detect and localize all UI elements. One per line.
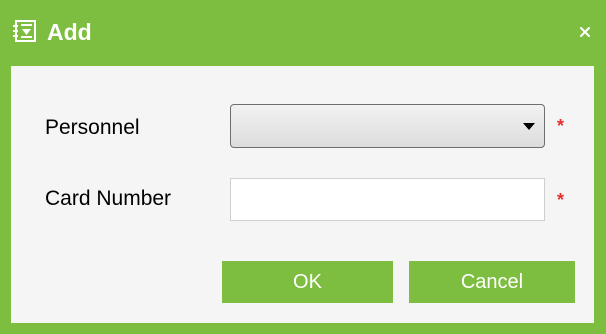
ok-button[interactable]: OK <box>222 261 393 303</box>
cancel-button[interactable]: Cancel <box>409 261 575 303</box>
dialog-title: Add <box>47 19 92 45</box>
card-number-required-mark: * <box>557 190 565 210</box>
dialog-titlebar[interactable]: Add <box>0 0 606 66</box>
card-number-input[interactable] <box>230 178 545 221</box>
personnel-label: Personnel <box>45 116 140 139</box>
close-icon[interactable] <box>578 25 592 39</box>
personnel-required-mark: * <box>557 116 565 136</box>
dialog-body: Personnel * Card Number * OK Cancel <box>11 66 594 323</box>
add-record-icon <box>13 20 36 42</box>
card-number-label: Card Number <box>45 187 172 210</box>
add-dialog: Add Personnel * Card Number * OK Cancel <box>0 0 606 334</box>
chevron-down-icon <box>523 123 535 130</box>
personnel-select[interactable] <box>230 104 545 148</box>
